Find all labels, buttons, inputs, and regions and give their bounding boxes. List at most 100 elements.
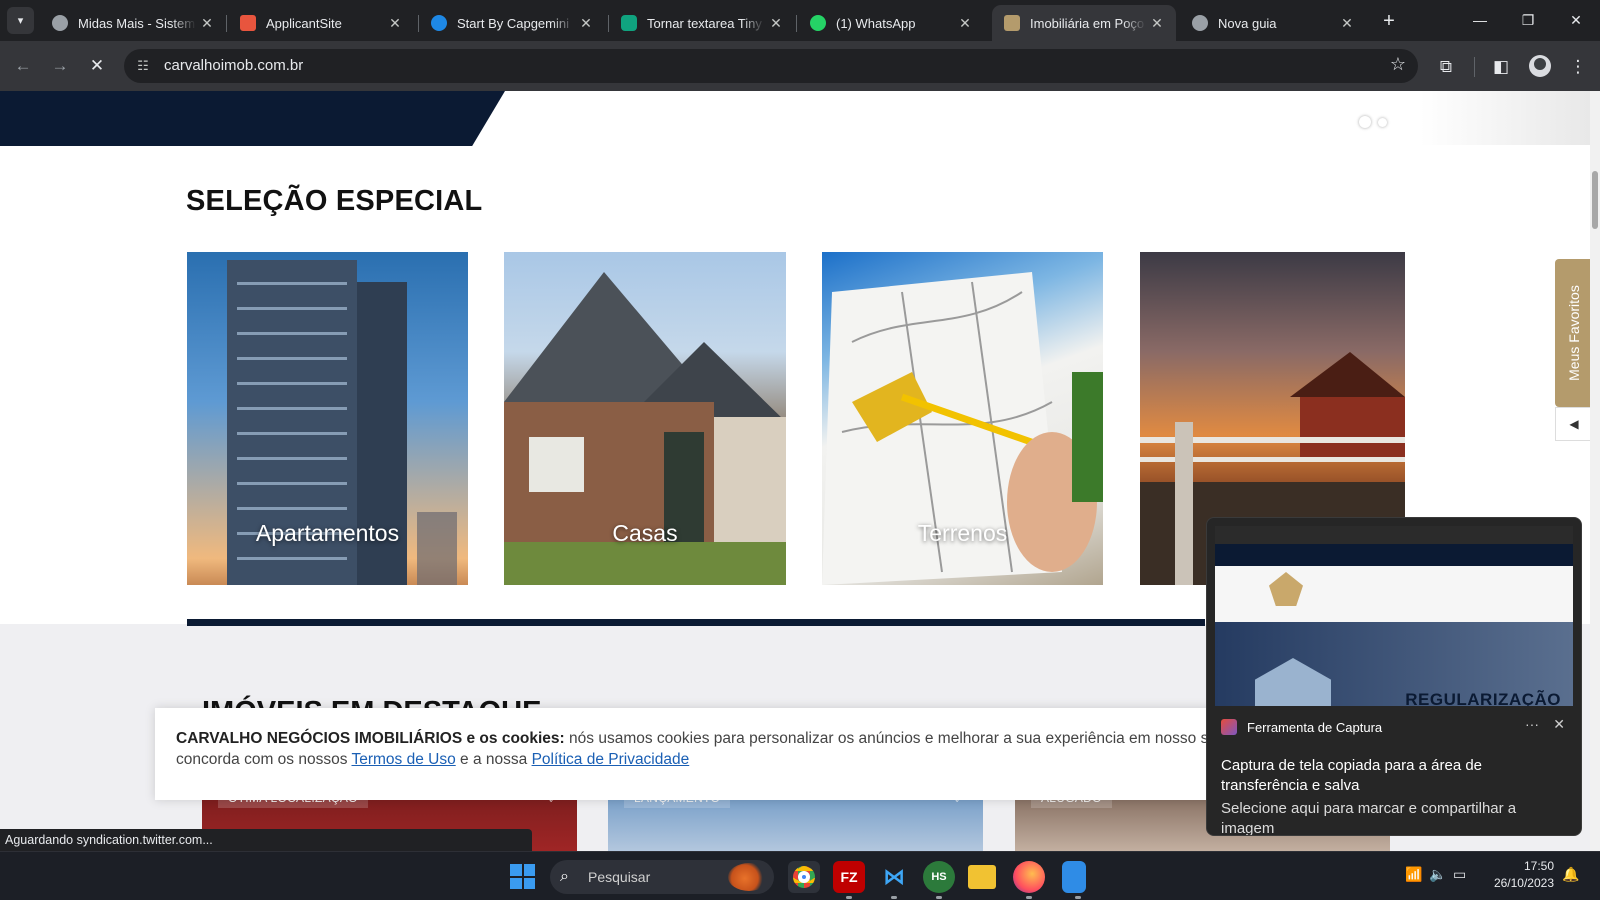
tab-search-chevron-icon[interactable]: ▾ <box>7 7 34 34</box>
close-tab-icon[interactable]: ✕ <box>954 15 976 32</box>
address-bar[interactable]: ☷ carvalhoimob.com.br ☆ <box>124 49 1418 83</box>
browser-status-bar: Aguardando syndication.twitter.com... <box>0 829 532 851</box>
section-divider-bar <box>187 619 1205 626</box>
stop-loading-icon[interactable]: ✕ <box>84 53 110 79</box>
clock-time: 17:50 <box>1523 859 1554 873</box>
tab-nova-guia[interactable]: Nova guia ✕ <box>1180 5 1366 41</box>
capgemini-icon <box>431 15 447 31</box>
windows-start-icon[interactable] <box>510 864 535 889</box>
carousel-dot[interactable] <box>1359 116 1371 128</box>
tab-title: ApplicantSite <box>266 15 342 31</box>
favorites-tab-label: Meus Favoritos <box>1566 285 1583 381</box>
globe-icon <box>52 15 68 31</box>
windows-taskbar: ⌕ Pesquisar FZ ⋈ HS 📶 🔈 ▭ 17:50 26/10/20… <box>0 851 1600 900</box>
close-tab-icon[interactable]: ✕ <box>1146 15 1168 32</box>
tab-imobiliaria[interactable]: Imobiliária em Poço ✕ <box>992 5 1176 41</box>
hs-taskbar-icon[interactable]: HS <box>923 861 955 899</box>
notification-subtext: Selecione aqui para marcar e compartilha… <box>1221 800 1517 836</box>
tab-title: Tornar textarea Tiny <box>647 15 762 31</box>
taskbar-search-box[interactable]: ⌕ Pesquisar <box>550 860 774 894</box>
bookmark-star-icon[interactable]: ☆ <box>1390 54 1406 75</box>
category-label-houses: Casas <box>612 520 678 546</box>
close-tab-icon[interactable]: ✕ <box>196 15 218 32</box>
notification-app-name: Ferramenta de Captura <box>1247 719 1383 735</box>
file-explorer-taskbar-icon[interactable] <box>968 865 996 889</box>
screenshot-preview[interactable]: REGULARIZAÇÃO <box>1215 526 1573 706</box>
preview-navbar <box>1215 544 1573 566</box>
applicantsite-icon <box>240 15 256 31</box>
notification-header: Ferramenta de Captura ··· ✕ <box>1221 714 1569 740</box>
hero-banner-right <box>1420 91 1590 145</box>
wifi-icon[interactable]: 📶 <box>1405 866 1422 883</box>
minimize-icon[interactable]: — <box>1456 0 1504 40</box>
notification-bell-icon[interactable]: 🔔 <box>1562 866 1579 883</box>
special-selection-title: SELEÇÃO ESPECIAL <box>186 185 483 217</box>
cookie-text: CARVALHO NEGÓCIOS IMOBILIÁRIOS e os cook… <box>176 728 1215 770</box>
profile-avatar[interactable] <box>1529 55 1551 77</box>
tab-applicantsite[interactable]: ApplicantSite ✕ <box>228 5 414 41</box>
firefox-taskbar-icon[interactable] <box>1013 861 1045 899</box>
tab-midas[interactable]: Midas Mais - Sistem ✕ <box>40 5 226 41</box>
close-tab-icon[interactable]: ✕ <box>1336 15 1358 32</box>
cookie-company-name: CARVALHO NEGÓCIOS IMOBILIÁRIOS e os cook… <box>176 730 565 747</box>
forward-arrow-icon[interactable]: → <box>47 53 73 79</box>
terms-of-use-link[interactable]: Termos de Uso <box>351 751 455 768</box>
tab-separator <box>226 15 227 32</box>
vscode-taskbar-icon[interactable]: ⋈ <box>878 861 910 899</box>
menu-kebab-icon[interactable]: ⋮ <box>1564 53 1592 81</box>
snipping-tool-notification[interactable]: REGULARIZAÇÃO Ferramenta de Captura ··· … <box>1206 517 1582 836</box>
notification-close-icon[interactable]: ✕ <box>1553 716 1565 733</box>
tab-capgemini[interactable]: Start By Capgemini ✕ <box>419 5 605 41</box>
carousel-dot[interactable] <box>1378 118 1387 127</box>
preview-tab-strip <box>1215 526 1573 544</box>
close-tab-icon[interactable]: ✕ <box>765 15 787 32</box>
cookie-connector: e a nossa <box>460 751 528 768</box>
site-info-icon[interactable]: ☷ <box>132 55 154 77</box>
notification-more-icon[interactable]: ··· <box>1525 716 1539 732</box>
tab-title: (1) WhatsApp <box>836 15 916 31</box>
browser-toolbar: ← → ✕ ☷ carvalhoimob.com.br ☆ ⧉ ◧ ⋮ <box>0 41 1600 91</box>
close-tab-icon[interactable]: ✕ <box>575 15 597 32</box>
clock-date: 26/10/2023 <box>1493 876 1554 890</box>
scrollbar-thumb[interactable] <box>1592 171 1598 229</box>
screen: ▾ Midas Mais - Sistem ✕ ApplicantSite ✕ … <box>0 0 1600 900</box>
category-card-houses[interactable]: Casas <box>504 252 786 585</box>
url-text[interactable]: carvalhoimob.com.br <box>164 57 303 74</box>
browser-tab-strip: ▾ Midas Mais - Sistem ✕ ApplicantSite ✕ … <box>0 0 1600 41</box>
close-tab-icon[interactable]: ✕ <box>384 15 406 32</box>
chrome-icon <box>1192 15 1208 31</box>
preview-logo <box>1269 572 1303 606</box>
hero-banner-navy-slant <box>0 91 505 146</box>
favorites-arrow-icon[interactable]: ◀ <box>1555 407 1593 441</box>
close-window-icon[interactable]: ✕ <box>1552 0 1600 40</box>
tab-chatgpt[interactable]: Tornar textarea Tiny ✕ <box>609 5 795 41</box>
new-tab-plus-icon[interactable]: + <box>1376 8 1402 34</box>
toolbar-divider <box>1474 57 1475 77</box>
extensions-puzzle-icon[interactable]: ⧉ <box>1432 53 1460 81</box>
category-card-lots[interactable]: Terrenos <box>822 252 1103 585</box>
category-card-apartments[interactable]: Apartamentos <box>187 252 468 585</box>
category-label-lots: Terrenos <box>917 520 1008 546</box>
tab-separator <box>796 15 797 32</box>
filezilla-taskbar-icon[interactable]: FZ <box>833 861 865 899</box>
restore-icon[interactable]: ❐ <box>1504 0 1552 40</box>
privacy-policy-link[interactable]: Política de Privacidade <box>532 751 690 768</box>
carvalho-logo-icon <box>1004 15 1020 31</box>
side-panel-icon[interactable]: ◧ <box>1487 53 1515 81</box>
favorites-side-tab[interactable]: Meus Favoritos <box>1555 259 1593 407</box>
notification-message: Captura de tela copiada para a área de t… <box>1221 757 1483 794</box>
tab-title: Nova guia <box>1218 15 1277 31</box>
chrome-taskbar-icon[interactable] <box>788 861 820 893</box>
battery-icon[interactable]: ▭ <box>1453 866 1466 883</box>
tab-title: Midas Mais - Sistem <box>78 15 196 31</box>
category-label-apartments: Apartamentos <box>255 520 400 546</box>
taskbar-clock[interactable]: 17:50 26/10/2023 <box>1482 858 1554 892</box>
chatgpt-icon <box>621 15 637 31</box>
notepad-taskbar-icon[interactable] <box>1062 861 1086 899</box>
search-highlight-icon <box>728 863 770 891</box>
back-arrow-icon[interactable]: ← <box>10 53 36 79</box>
taskbar-search-placeholder: Pesquisar <box>588 869 651 885</box>
tab-whatsapp[interactable]: (1) WhatsApp ✕ <box>798 5 984 41</box>
preview-headline: REGULARIZAÇÃO <box>1405 690 1561 706</box>
volume-icon[interactable]: 🔈 <box>1429 866 1446 883</box>
